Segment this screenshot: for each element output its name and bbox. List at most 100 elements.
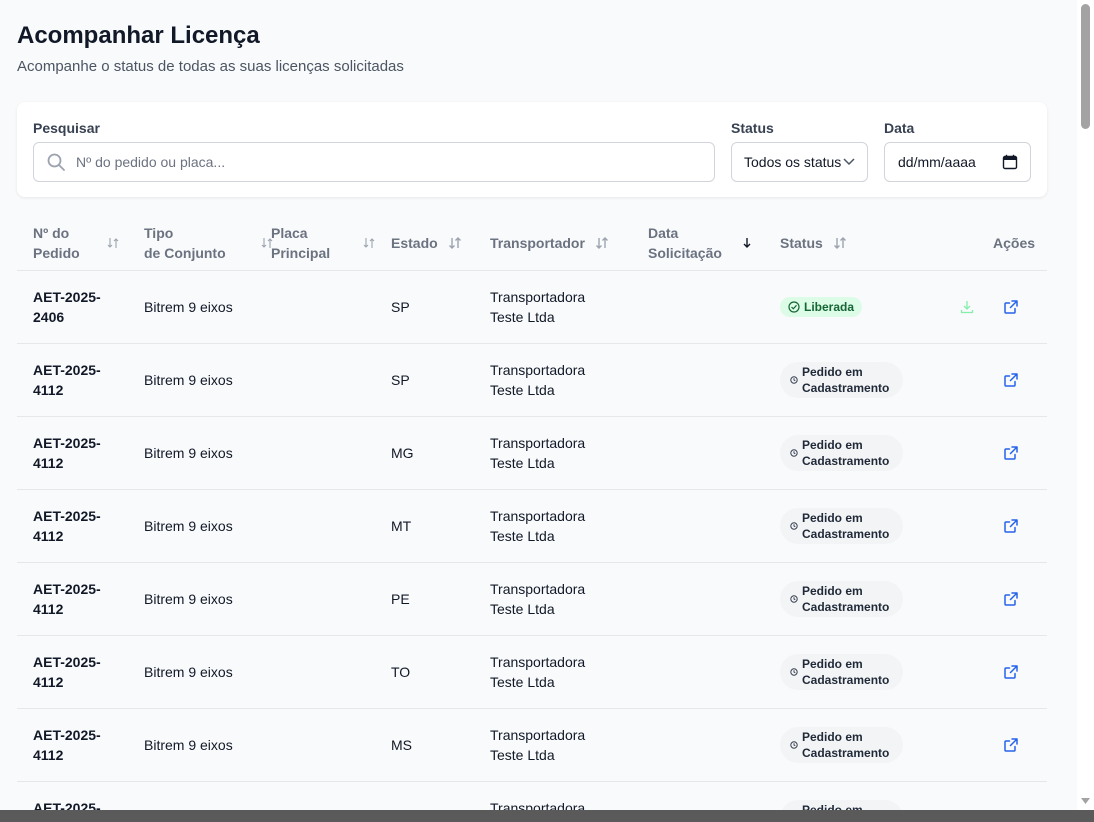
cell-estado-text: TO (391, 664, 411, 680)
cell-transportador: TransportadoraTeste Ltda (490, 563, 585, 635)
column-header-label: Placa Principal (271, 224, 331, 261)
check-circle-icon (788, 301, 800, 313)
cell-transportador: TransportadoraTeste Ltda (490, 417, 585, 489)
clock-icon (790, 449, 798, 457)
cell-estado: MS (391, 709, 412, 781)
external-link-icon[interactable] (1003, 372, 1019, 388)
cell-tipo-text: Bitrem 9 eixos (144, 372, 233, 388)
cell-transportador: TransportadoraTeste Ltda (490, 344, 585, 416)
cell-estado-text: SP (391, 299, 410, 315)
column-header-label: Tipo de Conjunto (144, 224, 226, 261)
vertical-scrollbar[interactable] (1077, 0, 1094, 810)
table-row: AET-2025- 4112 Bitrem 9 eixos MS Transportad… (17, 709, 1047, 782)
date-input[interactable]: dd/mm/aaaa (884, 142, 1031, 182)
external-link-icon[interactable] (1003, 299, 1019, 315)
download-icon[interactable] (959, 299, 975, 315)
status-badge: Pedido emCadastramento (780, 654, 904, 690)
arrow-down-icon[interactable] (740, 236, 754, 250)
cell-pedido-text: AET-2025- 2406 (33, 289, 101, 325)
cell-transportador-text: TransportadoraTeste Ltda (490, 508, 586, 544)
column-header-label: Estado (391, 234, 438, 251)
external-link-icon[interactable] (1003, 518, 1019, 534)
clock-icon (790, 741, 798, 749)
cell-tipo: Bitrem 9 eixos (144, 344, 233, 416)
status-badge-label: Pedido emCadastramento (802, 438, 890, 468)
cell-estado: MG (391, 417, 414, 489)
scroll-down-arrow-icon[interactable] (1081, 797, 1090, 805)
cell-transportador: TransportadoraTeste Ltda (490, 490, 585, 562)
sort-arrows-icon[interactable] (595, 236, 609, 250)
status-badge-label: Pedido emCadastramento (802, 803, 863, 810)
cell-estado-text: PE (391, 591, 410, 607)
cell-pedido-text: AET-2025-4112 (33, 508, 101, 544)
status-filter-label: Status (731, 120, 774, 136)
search-field[interactable] (33, 142, 715, 182)
column-header-3[interactable]: Estado (391, 215, 462, 270)
column-header-0[interactable]: Nº do Pedido (33, 215, 120, 270)
column-header-4[interactable]: Transportador (490, 215, 609, 270)
cell-transportador: TransportadoraTeste Ltda (490, 782, 585, 810)
date-input-value: dd/mm/aaaa (898, 154, 976, 170)
status-badge-label: Pedido emCadastramento (802, 584, 890, 614)
cell-tipo: Bitrem 9 eixos (144, 782, 233, 810)
cell-pedido: AET-2025-4112 (33, 490, 101, 562)
cell-pedido-text: AET-2025-4112 (33, 581, 101, 617)
sort-arrows-icon[interactable] (833, 236, 847, 250)
scrollbar-thumb[interactable] (1081, 4, 1090, 129)
status-badge: Pedido emCadastramento (780, 581, 904, 617)
table-row: AET-2025- 4112 Bitrem 9 eixos MG Transportad… (17, 417, 1047, 490)
column-header-label: Ações (993, 234, 1036, 251)
external-link-icon[interactable] (1003, 737, 1019, 753)
cell-transportador-text: TransportadoraTeste Ltda (490, 435, 586, 471)
cell-pedido: AET-2025-4112 (33, 563, 101, 635)
external-link-icon[interactable] (1003, 591, 1019, 607)
cell-estado-text: MT (391, 518, 412, 534)
external-link-icon[interactable] (1003, 664, 1019, 680)
cell-tipo-text: Bitrem 9 eixos (144, 808, 233, 810)
cell-tipo-text: Bitrem 9 eixos (144, 737, 233, 753)
table-row: AET-2025- 4112 Bitrem 9 eixos TO Transportad… (17, 636, 1047, 709)
status-badge: Pedido emCadastramento (780, 800, 904, 810)
status-badge: Pedido emCadastramento (780, 508, 904, 544)
table-row: AET-2025- 2406 Bitrem 9 eixos SP Transportad… (17, 271, 1047, 344)
chevron-down-icon (843, 158, 855, 166)
table-row: AET-2025-4112 Bitrem 9 eixos Transportador… (17, 782, 1047, 810)
status-badge-label: Liberada (804, 300, 855, 314)
clock-icon (790, 376, 798, 384)
clock-icon (790, 595, 798, 603)
status-select[interactable]: Todos os status (731, 142, 868, 182)
cell-pedido-text: AET-2025-4112 (33, 362, 101, 398)
column-header-1[interactable]: Tipo de Conjunto (144, 215, 274, 270)
search-input[interactable] (74, 143, 698, 181)
status-select-value: Todos os status (744, 154, 842, 170)
calendar-icon[interactable] (1002, 154, 1018, 170)
cell-pedido-text: AET-2025-4112 (33, 654, 101, 690)
status-badge-label: Pedido emCadastramento (802, 730, 890, 760)
sort-arrows-icon[interactable] (448, 236, 462, 250)
sort-updown-icon[interactable] (106, 236, 120, 250)
sort-updown-icon[interactable] (362, 236, 376, 250)
page-subtitle: Acompanhe o status de todas as suas lice… (17, 58, 404, 75)
app-window: Acompanhar Licença Acompanhe o status de… (0, 0, 1094, 810)
status-badge: Pedido emCadastramento (780, 435, 904, 471)
clock-icon (790, 522, 798, 530)
column-header-2[interactable]: Placa Principal (271, 215, 376, 270)
external-link-icon[interactable] (1003, 445, 1019, 461)
cell-tipo-text: Bitrem 9 eixos (144, 591, 233, 607)
cell-pedido: AET-2025-4112 (33, 344, 101, 416)
cell-status: Pedido emCadastramento (780, 709, 904, 781)
cell-transportador: TransportadoraTeste Ltda (490, 709, 585, 781)
status-badge: Liberada (780, 297, 863, 317)
column-header-label: Transportador (490, 234, 585, 251)
cell-transportador: TransportadoraTeste Ltda (490, 636, 585, 708)
cell-transportador-text: TransportadoraTeste Ltda (490, 362, 586, 398)
cell-estado-text: MS (391, 737, 412, 753)
cell-estado: SP (391, 344, 410, 416)
cell-tipo-text: Bitrem 9 eixos (144, 664, 233, 680)
cell-status: Liberada (780, 271, 863, 343)
cell-pedido: AET-2025-4112 (33, 417, 101, 489)
column-header-5[interactable]: Data Solicitação (648, 215, 754, 270)
cell-estado: TO (391, 636, 410, 708)
page-title: Acompanhar Licença (17, 22, 260, 49)
column-header-6[interactable]: Status (780, 215, 847, 270)
